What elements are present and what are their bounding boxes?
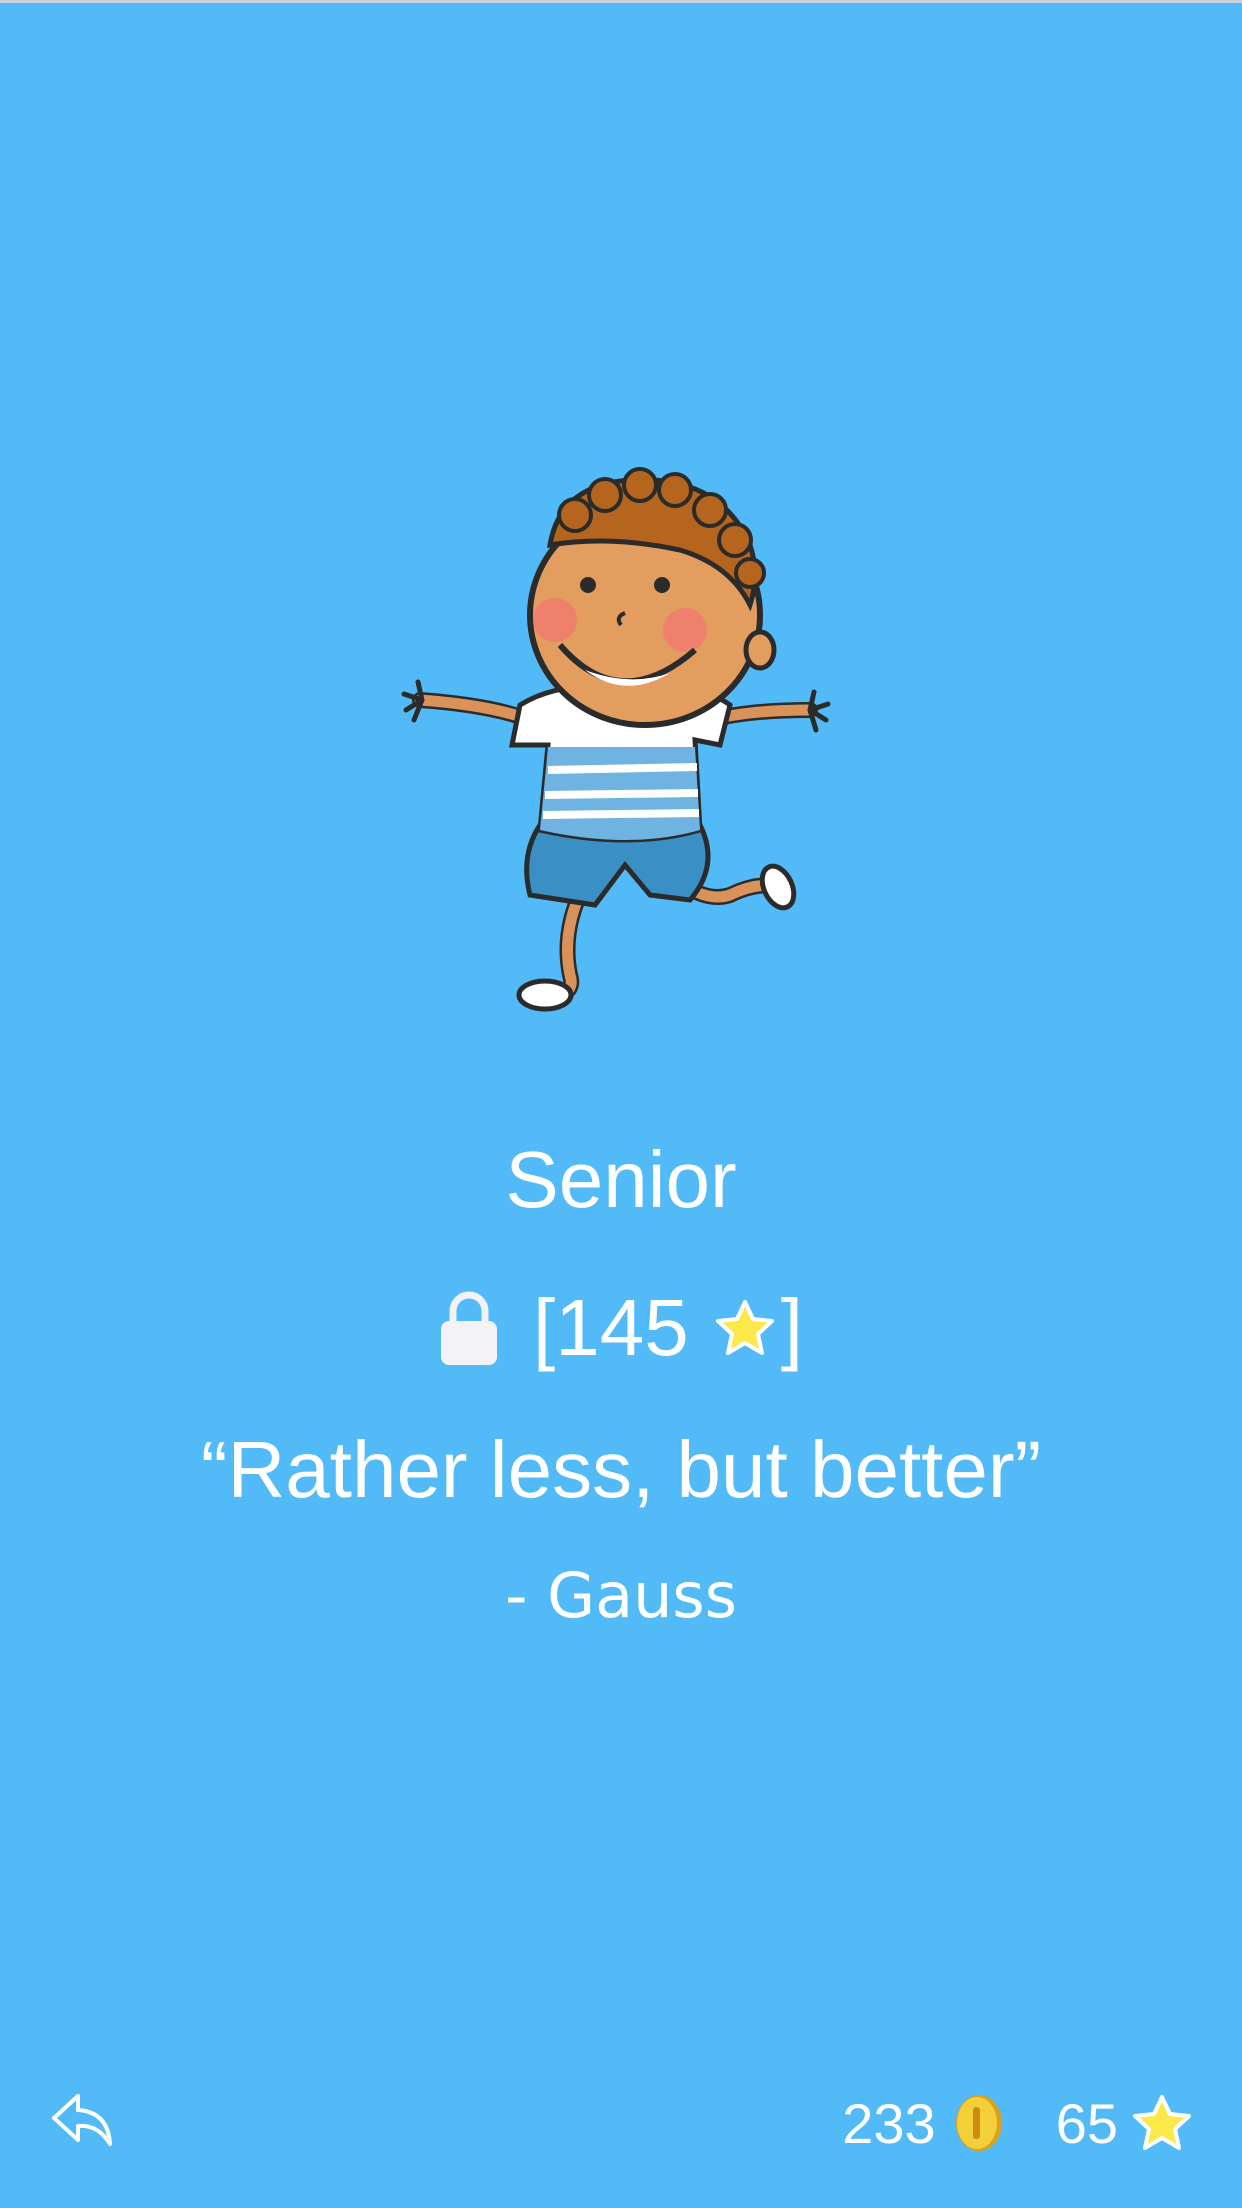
back-button[interactable]	[50, 2090, 114, 2150]
player-stats: 233 65	[842, 2085, 1192, 2161]
boy-character-illustration	[401, 467, 831, 1012]
star-count: 65	[1055, 2091, 1118, 2155]
coin-icon	[955, 2095, 1002, 2151]
reply-arrow-icon	[52, 2094, 112, 2146]
quote-author: - Gauss	[504, 1559, 737, 1632]
requirement-bracket-close: ]	[780, 1283, 803, 1372]
rank-title: Senior	[505, 1135, 737, 1224]
lock-icon	[441, 1291, 498, 1365]
star-icon	[1133, 2095, 1191, 2150]
quote-text: “Rather less, but better”	[200, 1425, 1042, 1514]
rank-requirement: [ 145 ]	[0, 1278, 1242, 1378]
star-icon	[715, 1300, 774, 1355]
required-stars-value: 145	[555, 1283, 689, 1372]
requirement-bracket-open: [	[533, 1283, 556, 1372]
top-divider	[0, 0, 1242, 3]
rank-screen: Senior [ 145 ] “Rather less, but better”…	[0, 0, 1242, 2208]
coin-count: 233	[842, 2091, 936, 2155]
